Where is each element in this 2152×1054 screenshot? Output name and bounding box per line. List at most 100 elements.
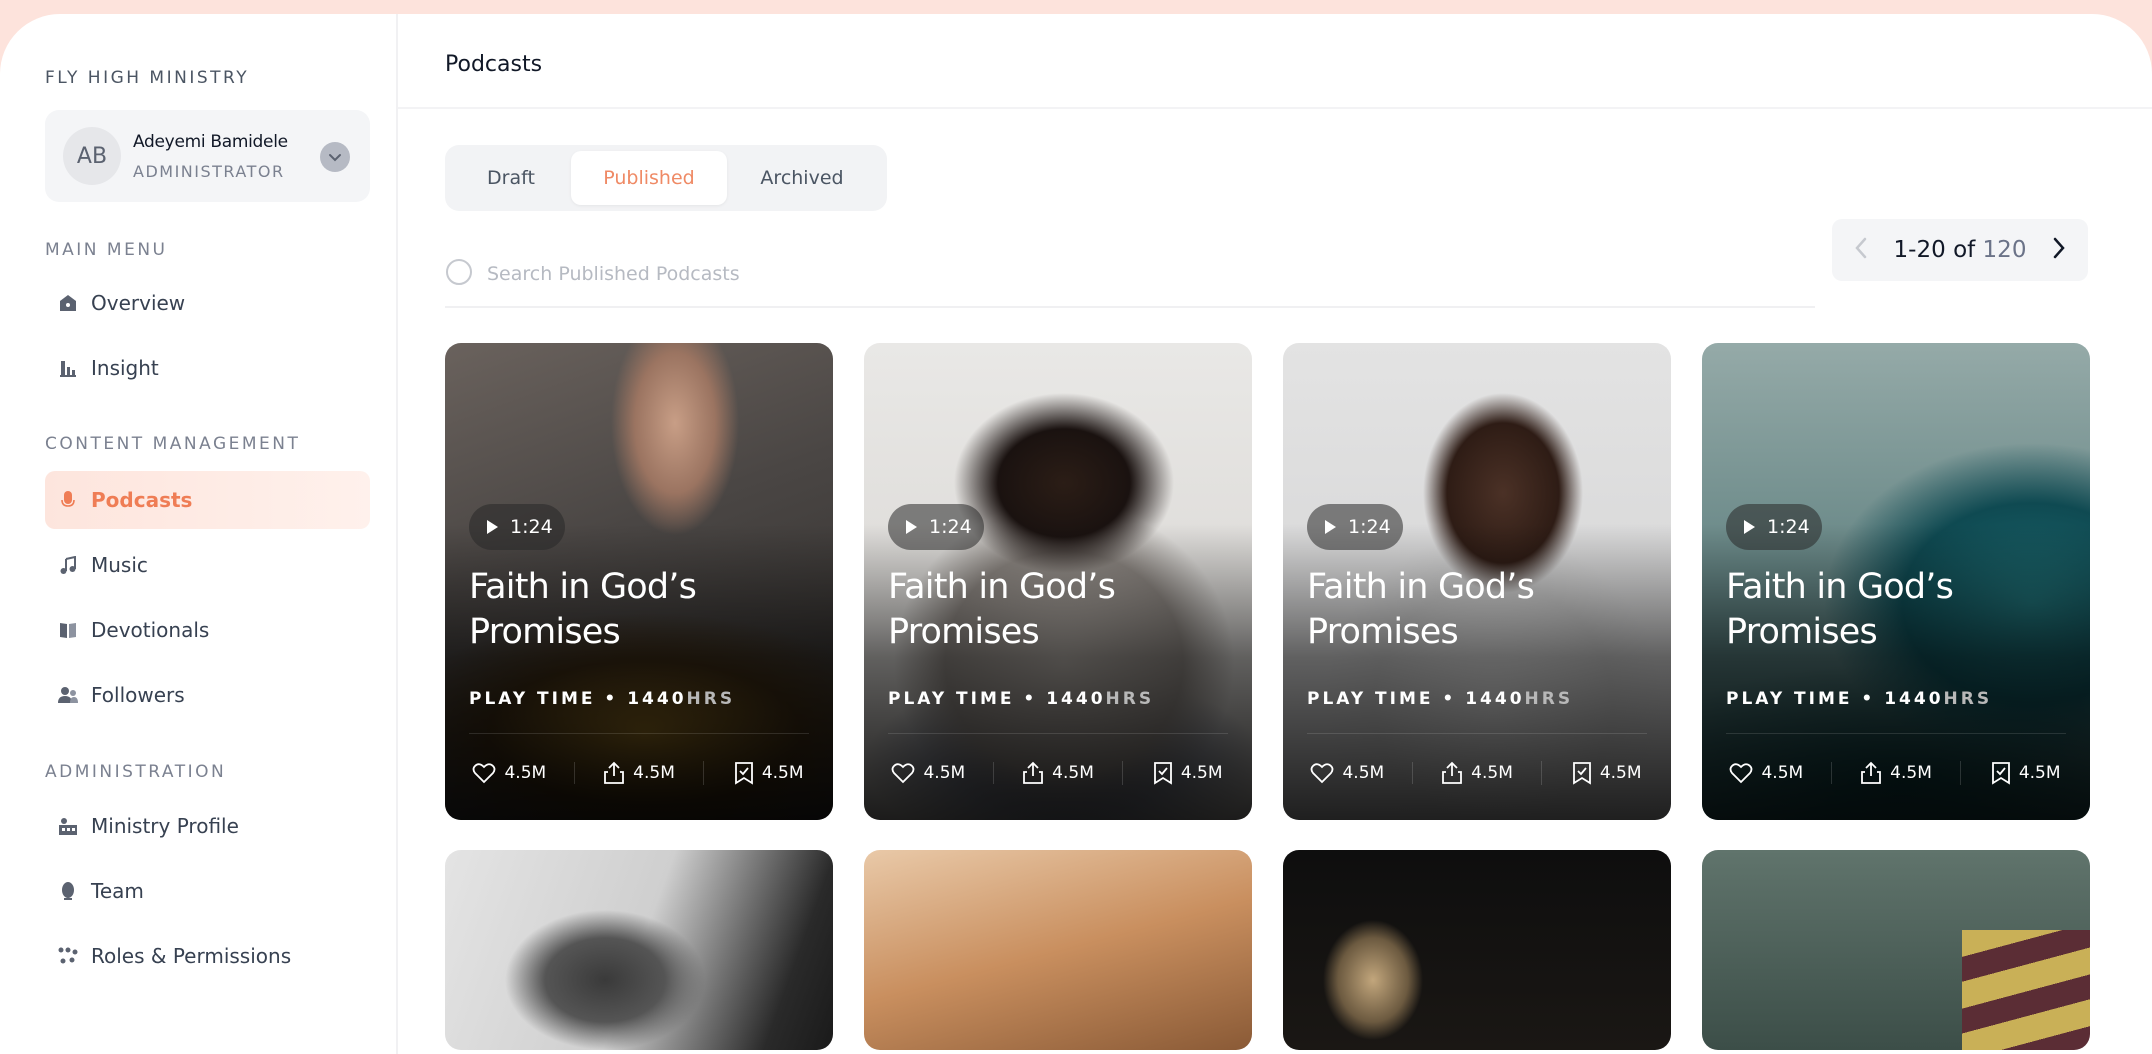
tab-archived[interactable]: Archived <box>727 151 877 205</box>
heart-icon <box>1311 763 1334 784</box>
sidebar-item-label: Music <box>91 553 148 577</box>
sidebar: FLY HIGH MINISTRY AB Adeyemi Bamidele AD… <box>0 14 398 1054</box>
likes-stat[interactable]: 4.5M <box>445 762 575 784</box>
sidebar-item-roles-permissions[interactable]: Roles & Permissions <box>45 927 370 985</box>
tab-draft[interactable]: Draft <box>451 151 571 205</box>
sidebar-item-overview[interactable]: Overview <box>45 274 370 332</box>
search-input[interactable] <box>487 263 1087 285</box>
pagination-of: of <box>1953 237 1976 263</box>
saves-stat[interactable]: 4.5M <box>1123 761 1252 785</box>
podcast-card[interactable]: 1:24 Faith in God’s Promises PLAY TIME •… <box>445 343 833 820</box>
card-title: Faith in God’s Promises <box>469 567 697 652</box>
duration-badge[interactable]: 1:24 <box>888 504 984 550</box>
section-label-main-menu: MAIN MENU <box>45 240 168 260</box>
duration-text: 1:24 <box>1767 516 1810 538</box>
user-name: Adeyemi Bamidele <box>133 131 288 152</box>
book-icon <box>57 619 79 641</box>
playtime-unit: HRS <box>1524 689 1574 709</box>
card-title: Faith in God’s Promises <box>1307 567 1535 652</box>
podcast-card[interactable] <box>864 850 1252 1050</box>
shares-stat[interactable]: 4.5M <box>575 761 705 785</box>
play-icon <box>1325 520 1336 534</box>
chevron-down-icon[interactable] <box>320 142 350 172</box>
chevron-right-icon[interactable] <box>2052 237 2066 263</box>
share-icon <box>1442 761 1463 784</box>
playtime-label: PLAY TIME • 1440 <box>1307 689 1525 709</box>
likes-stat[interactable]: 4.5M <box>864 762 994 784</box>
chevron-left-icon[interactable] <box>1854 237 1868 263</box>
card-stats: 4.5M 4.5M 4.5M <box>864 743 1252 803</box>
podcast-card[interactable]: 1:24 Faith in God’s Promises PLAY TIME •… <box>864 343 1252 820</box>
sidebar-item-followers[interactable]: Followers <box>45 666 370 724</box>
sidebar-item-label: Ministry Profile <box>91 814 239 838</box>
likes-stat[interactable]: 4.5M <box>1702 762 1832 784</box>
podcast-card[interactable]: 1:24 Faith in God’s Promises PLAY TIME •… <box>1702 343 2090 820</box>
sidebar-item-devotionals[interactable]: Devotionals <box>45 601 370 659</box>
saves-count: 4.5M <box>761 763 804 783</box>
podcast-card[interactable] <box>445 850 833 1050</box>
playtime-label: PLAY TIME • 1440 <box>469 689 687 709</box>
status-tabs: Draft Published Archived <box>445 145 887 211</box>
user-role: ADMINISTRATOR <box>133 161 285 181</box>
sidebar-item-label: Podcasts <box>91 488 193 512</box>
user-info: Adeyemi Bamidele ADMINISTRATOR <box>133 132 288 181</box>
building-icon <box>57 815 79 837</box>
pagination-total: 120 <box>1982 237 2027 263</box>
saves-stat[interactable]: 4.5M <box>704 761 833 785</box>
pagination-range: 1-20 <box>1893 237 1946 263</box>
heart-icon <box>473 763 496 784</box>
saves-stat[interactable]: 4.5M <box>1961 761 2090 785</box>
home-icon <box>57 292 79 314</box>
playtime-label: PLAY TIME • 1440 <box>1726 689 1944 709</box>
saves-count: 4.5M <box>1180 763 1223 783</box>
shares-count: 4.5M <box>633 763 675 783</box>
podcast-card[interactable] <box>1702 850 2090 1050</box>
app-window: FLY HIGH MINISTRY AB Adeyemi Bamidele AD… <box>0 14 2152 1054</box>
sidebar-item-label: Devotionals <box>91 618 210 642</box>
shares-count: 4.5M <box>1052 763 1094 783</box>
page-title: Podcasts <box>445 52 543 77</box>
pagination: 1-20 of 120 <box>1832 219 2088 281</box>
likes-count: 4.5M <box>1761 763 1804 783</box>
likes-stat[interactable]: 4.5M <box>1283 762 1413 784</box>
section-label-content-management: CONTENT MANAGEMENT <box>45 434 301 454</box>
card-divider <box>888 733 1228 734</box>
card-stats: 4.5M 4.5M 4.5M <box>445 743 833 803</box>
playtime: PLAY TIME • 1440HRS <box>469 689 735 709</box>
users-icon <box>57 684 79 706</box>
bookmark-icon <box>1153 762 1172 785</box>
saves-count: 4.5M <box>1599 763 1642 783</box>
podcast-card[interactable]: 1:24 Faith in God’s Promises PLAY TIME •… <box>1283 343 1671 820</box>
sidebar-item-label: Insight <box>91 356 159 380</box>
sidebar-item-insight[interactable]: Insight <box>45 339 370 397</box>
card-title: Faith in God’s Promises <box>1726 567 1954 652</box>
podcast-card[interactable] <box>1283 850 1671 1050</box>
card-stats: 4.5M 4.5M 4.5M <box>1702 743 2090 803</box>
shares-stat[interactable]: 4.5M <box>1832 761 1962 785</box>
play-icon <box>1744 520 1755 534</box>
duration-badge[interactable]: 1:24 <box>1307 504 1403 550</box>
sidebar-item-ministry-profile[interactable]: Ministry Profile <box>45 797 370 855</box>
sidebar-item-music[interactable]: Music <box>45 536 370 594</box>
sidebar-item-label: Team <box>91 879 144 903</box>
sidebar-item-label: Overview <box>91 291 186 315</box>
bookmark-icon <box>1991 762 2010 785</box>
playtime: PLAY TIME • 1440HRS <box>1307 689 1573 709</box>
duration-text: 1:24 <box>510 516 553 538</box>
user-switcher[interactable]: AB Adeyemi Bamidele ADMINISTRATOR <box>45 110 370 202</box>
card-stats: 4.5M 4.5M 4.5M <box>1283 743 1671 803</box>
avatar: AB <box>63 127 121 185</box>
shares-stat[interactable]: 4.5M <box>994 761 1124 785</box>
card-title: Faith in God’s Promises <box>888 567 1116 652</box>
duration-text: 1:24 <box>929 516 972 538</box>
duration-badge[interactable]: 1:24 <box>469 504 565 550</box>
play-icon <box>487 520 498 534</box>
sidebar-item-podcasts[interactable]: Podcasts <box>45 471 370 529</box>
sidebar-item-team[interactable]: Team <box>45 862 370 920</box>
search-icon <box>445 258 473 290</box>
duration-badge[interactable]: 1:24 <box>1726 504 1822 550</box>
sidebar-item-label: Roles & Permissions <box>91 944 292 968</box>
saves-stat[interactable]: 4.5M <box>1542 761 1671 785</box>
shares-stat[interactable]: 4.5M <box>1413 761 1543 785</box>
tab-published[interactable]: Published <box>571 151 727 205</box>
